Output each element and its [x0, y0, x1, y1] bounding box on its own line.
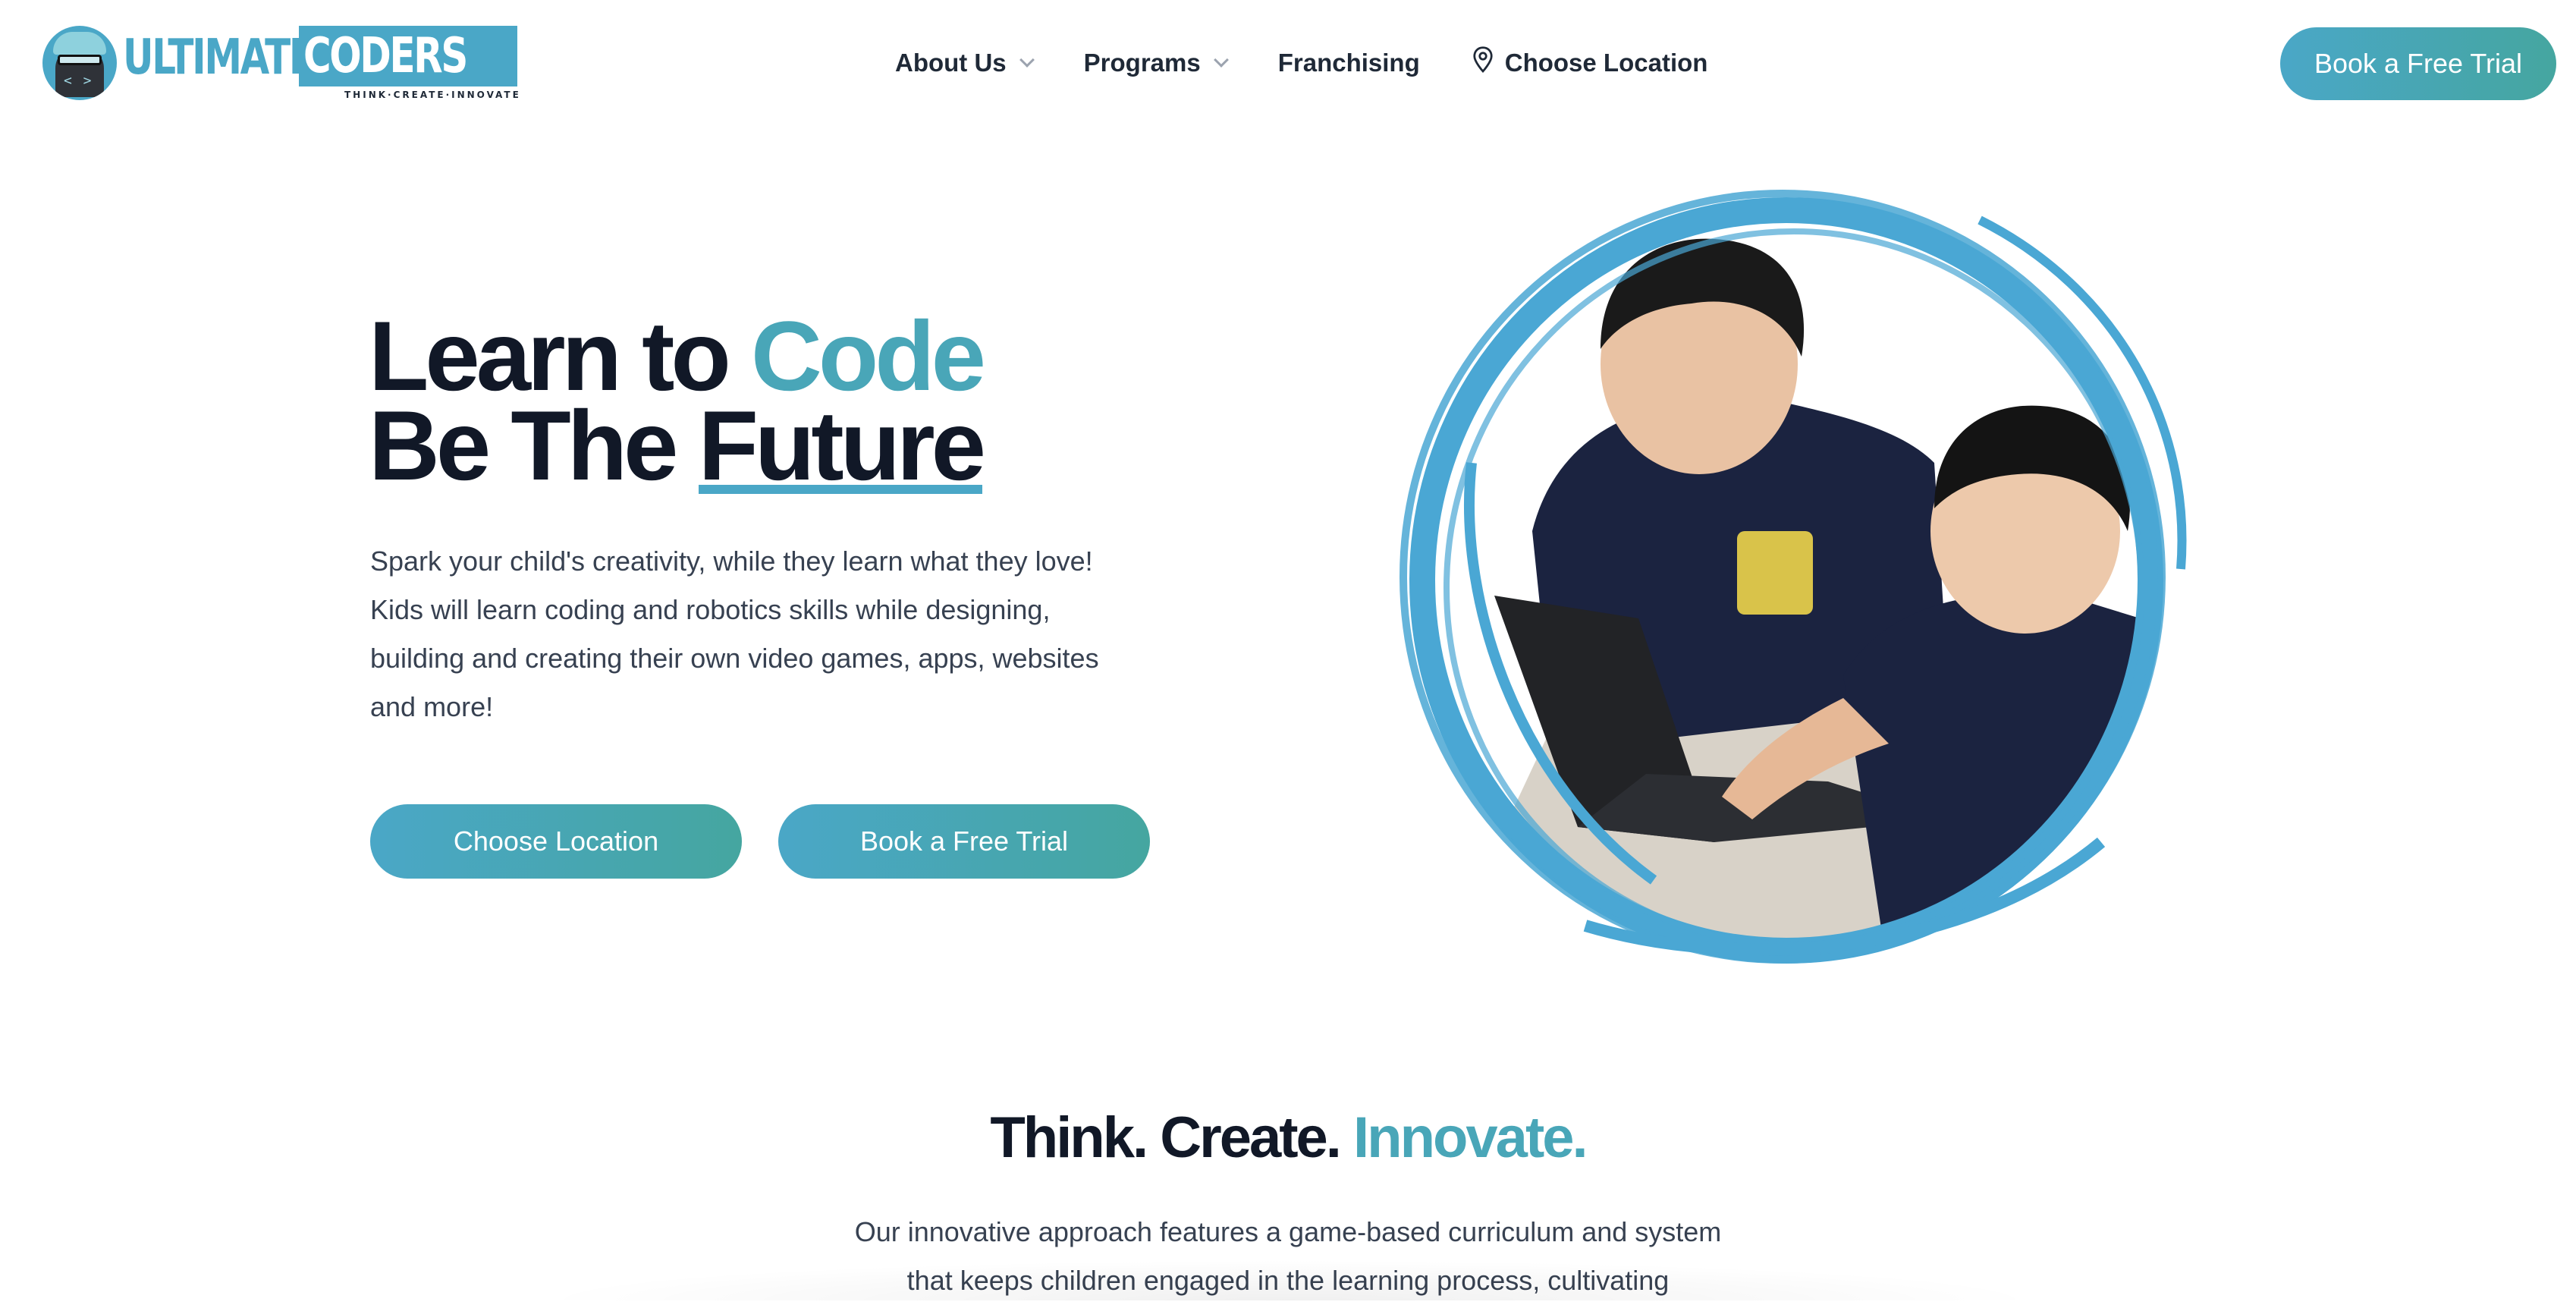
hero-photo-kids-coding: [1358, 175, 2215, 979]
site-header: < > ULTIMATE CODERS THINK·CREATE·INNOVAT…: [0, 0, 2576, 129]
logo-mascot-icon: < >: [42, 26, 117, 100]
hero-title: Learn to Code Be The Future: [369, 307, 986, 501]
nav-item-choose-location[interactable]: Choose Location: [1472, 46, 1708, 80]
section-title-text: Think. Create.: [990, 1105, 1354, 1170]
logo-tagline: THINK·CREATE·INNOVATE: [344, 90, 521, 100]
logo-word-coders: CODERS: [299, 26, 517, 86]
chevron-down-icon: [1213, 52, 1229, 68]
card-shadow: [531, 1259, 2048, 1300]
section-title: Think. Create. Innovate.: [0, 1105, 2576, 1171]
nav-item-programs[interactable]: Programs: [1083, 49, 1229, 77]
choose-location-button[interactable]: Choose Location: [370, 804, 742, 879]
hero-book-free-trial-button[interactable]: Book a Free Trial: [778, 804, 1150, 879]
nav-item-label: Franchising: [1277, 49, 1420, 77]
nav-item-label: Programs: [1083, 49, 1201, 77]
hero-title-underlined: Future: [698, 390, 986, 501]
nav-item-about-us[interactable]: About Us: [895, 49, 1035, 77]
nav-item-label: About Us: [895, 49, 1007, 77]
main-nav: About Us Programs Franchising Choose Loc…: [895, 44, 1759, 82]
section-title-accent: Innovate.: [1353, 1105, 1588, 1170]
map-pin-icon: [1472, 46, 1494, 80]
hero-description: Spark your child's creativity, while the…: [370, 546, 1099, 722]
nav-item-label: Choose Location: [1504, 49, 1708, 77]
chevron-down-icon: [1019, 52, 1035, 68]
book-free-trial-button[interactable]: Book a Free Trial: [2280, 27, 2556, 100]
hero-title-line2-text: Be The: [369, 390, 699, 501]
logo-word-ultimate: ULTIMATE: [123, 30, 315, 86]
nav-item-franchising[interactable]: Franchising: [1278, 49, 1420, 77]
site-logo[interactable]: < > ULTIMATE CODERS THINK·CREATE·INNOVAT…: [42, 24, 519, 103]
